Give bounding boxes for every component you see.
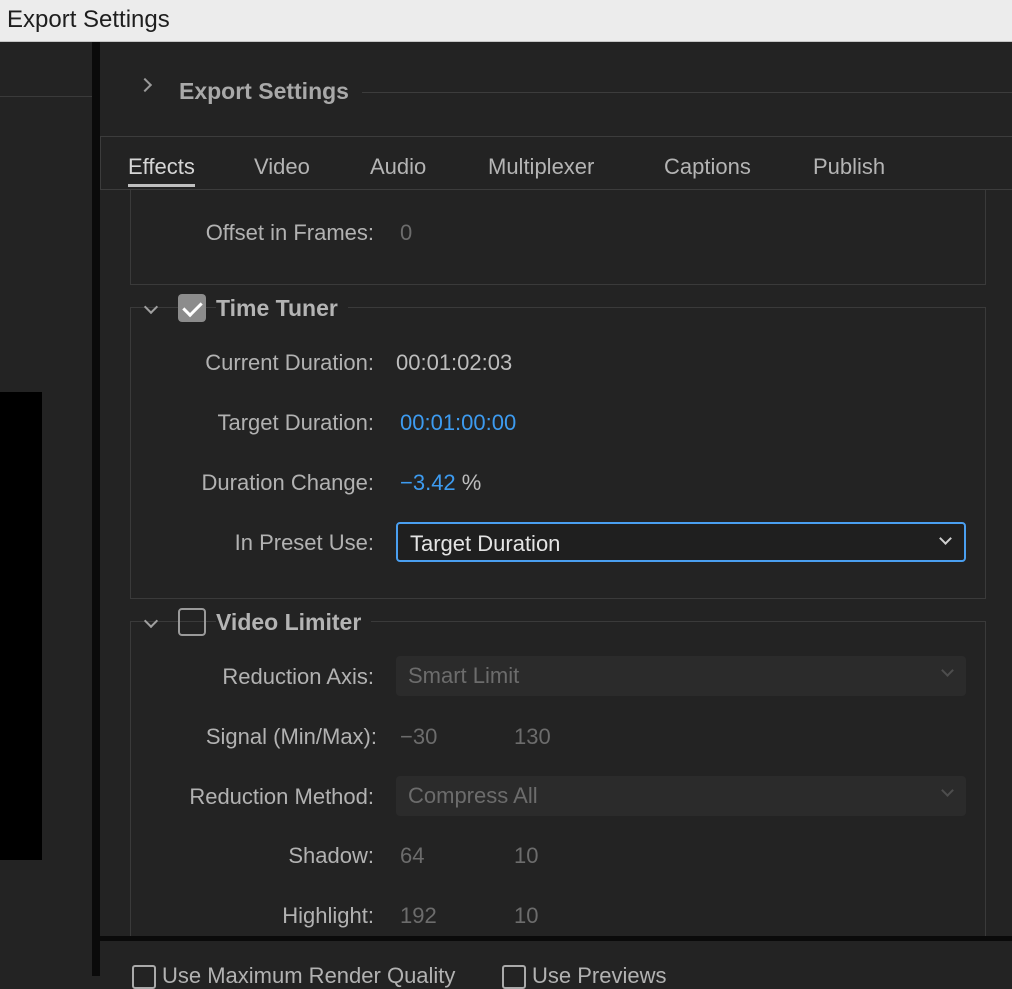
reduction-axis-selected: Smart Limit <box>408 663 520 688</box>
video-limiter-title: Video Limiter <box>216 609 372 636</box>
current-duration-value: 00:01:02:03 <box>396 350 513 375</box>
left-preview-panel <box>0 42 92 976</box>
reduction-axis-dropdown[interactable]: Smart Limit <box>396 656 966 696</box>
reduction-method-dropdown[interactable]: Compress All <box>396 776 966 816</box>
section-rule <box>362 92 1012 93</box>
export-settings-panel: Export Settings Effects Video Audio Mult… <box>100 42 1012 936</box>
reduction-axis-label: Reduction Axis: <box>222 664 374 689</box>
render-options-bar: Use Maximum Render Quality Use Previews <box>100 936 1012 989</box>
duration-change-value: −3.42 % <box>400 470 481 496</box>
effects-content[interactable]: Offset in Frames: 0 Time Tuner Current D… <box>100 190 1012 936</box>
duration-change-unit: % <box>461 470 482 495</box>
chevron-down-icon <box>939 532 952 545</box>
use-previews-label[interactable]: Use Previews <box>532 963 666 989</box>
target-duration-label: Target Duration: <box>217 410 374 435</box>
signal-label: Signal (Min/Max): <box>205 724 377 749</box>
duration-change-label: Duration Change: <box>201 470 374 495</box>
target-duration-value[interactable]: 00:01:00:00 <box>400 410 516 436</box>
preset-use-selected: Target Duration <box>410 531 561 556</box>
preset-use-label: In Preset Use: <box>234 530 374 555</box>
panel-splitter[interactable] <box>92 42 100 976</box>
duration-change-number[interactable]: −3.42 <box>400 470 456 495</box>
chevron-down-icon <box>941 784 954 797</box>
reduction-method-label: Reduction Method: <box>189 784 374 809</box>
checkmark-icon <box>182 296 203 318</box>
time-tuner-title: Time Tuner <box>216 295 348 322</box>
time-tuner-checkbox[interactable] <box>178 294 206 322</box>
highlight-label: Highlight: <box>282 903 374 928</box>
window-title: Export Settings <box>7 6 170 33</box>
use-previews-checkbox[interactable] <box>502 965 526 989</box>
max-render-quality-label[interactable]: Use Maximum Render Quality <box>162 963 455 989</box>
tab-multiplexer[interactable]: Multiplexer <box>488 154 594 180</box>
signal-max-value[interactable]: 130 <box>514 724 551 750</box>
highlight-value-b[interactable]: 10 <box>514 903 538 929</box>
current-duration-label: Current Duration: <box>205 350 374 375</box>
tab-captions[interactable]: Captions <box>664 154 751 180</box>
max-render-quality-checkbox[interactable] <box>132 965 156 989</box>
preset-use-dropdown[interactable]: Target Duration <box>396 522 966 562</box>
reduction-method-selected: Compress All <box>408 783 538 808</box>
signal-min-value[interactable]: −30 <box>400 724 437 750</box>
section-title: Export Settings <box>179 78 349 104</box>
left-panel-divider <box>0 96 92 97</box>
video-preview <box>0 392 42 860</box>
chevron-down-icon <box>941 664 954 677</box>
tab-video[interactable]: Video <box>254 154 310 180</box>
tab-bar: Effects Video Audio Multiplexer Captions… <box>100 136 1012 190</box>
video-limiter-checkbox[interactable] <box>178 608 206 636</box>
chevron-down-icon[interactable] <box>143 613 159 629</box>
export-settings-header[interactable]: Export Settings <box>100 42 1012 137</box>
time-tuner-header: Time Tuner <box>100 294 1012 334</box>
chevron-down-icon[interactable] <box>143 299 159 315</box>
shadow-value-b[interactable]: 10 <box>514 843 538 869</box>
highlight-value-a[interactable]: 192 <box>400 903 437 929</box>
window-titlebar: Export Settings <box>0 0 1012 42</box>
offset-label: Offset in Frames: <box>205 220 374 245</box>
chevron-right-icon[interactable] <box>137 77 153 93</box>
shadow-value-a[interactable]: 64 <box>400 843 424 869</box>
tab-effects[interactable]: Effects <box>128 154 195 187</box>
offset-value[interactable]: 0 <box>400 220 412 246</box>
tab-audio[interactable]: Audio <box>370 154 426 180</box>
tab-publish[interactable]: Publish <box>813 154 885 180</box>
shadow-label: Shadow: <box>288 843 374 868</box>
video-limiter-header: Video Limiter <box>100 608 1012 648</box>
